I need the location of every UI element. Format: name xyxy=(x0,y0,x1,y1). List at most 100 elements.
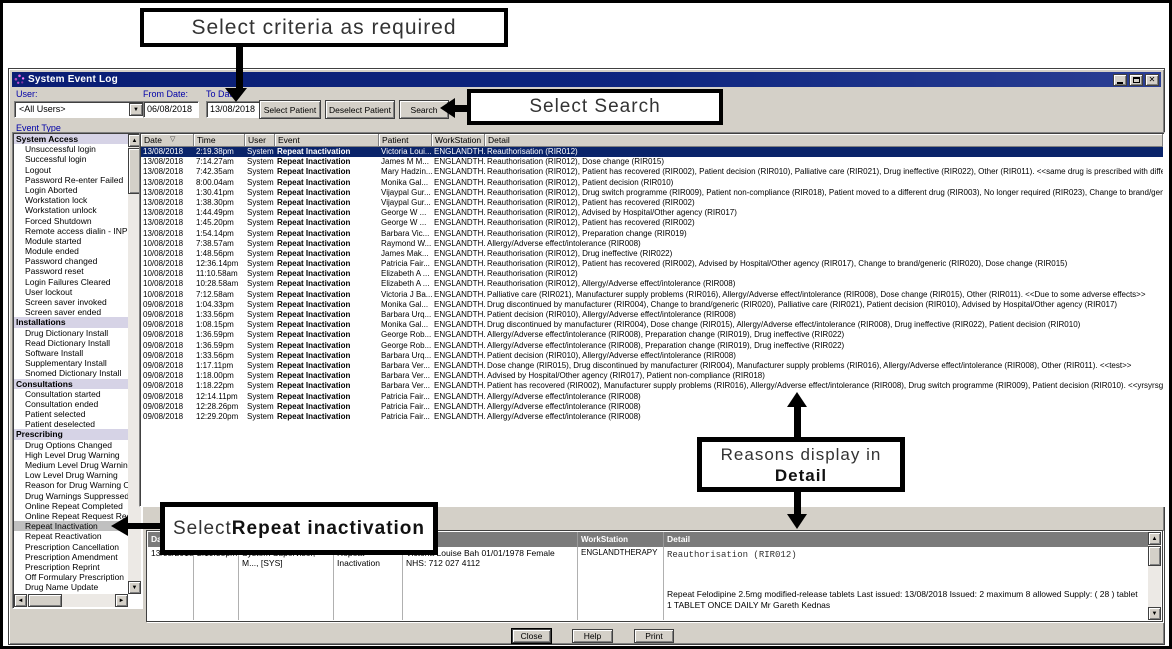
sidebar-item-login-aborted[interactable]: Login Aborted xyxy=(14,185,129,195)
sidebar-item-logout[interactable]: Logout xyxy=(14,165,129,175)
sidebar-item-successful-login[interactable]: Successful login xyxy=(14,154,129,164)
sidebar-item-low-level-drug-warning[interactable]: Low Level Drug Warning xyxy=(14,470,129,480)
sidebar-horizontal-scrollbar[interactable]: ◄ ► xyxy=(14,594,128,607)
table-row[interactable]: 09/08/20181:33.56pmSystem ...Repeat Inac… xyxy=(141,351,1163,361)
cell-detail: Reauthorisation (RIR012), Patient has re… xyxy=(485,259,1163,269)
column-header-detail[interactable]: Detail xyxy=(485,134,1163,147)
table-row[interactable]: 10/08/201812:36.14pmSystem ...Repeat Ina… xyxy=(141,259,1163,269)
scroll-left-icon[interactable]: ◄ xyxy=(14,594,27,607)
sidebar-item-prescription-cancellation[interactable]: Prescription Cancellation xyxy=(14,542,129,552)
sidebar-item-forced-shutdown[interactable]: Forced Shutdown xyxy=(14,216,129,226)
table-row[interactable]: 09/08/20181:36.59pmSystem ...Repeat Inac… xyxy=(141,330,1163,340)
select-patient-button[interactable]: Select Patient xyxy=(259,100,321,119)
sidebar-item-workstation-unlock[interactable]: Workstation unlock xyxy=(14,205,129,215)
sidebar-item-online-repeat-completed[interactable]: Online Repeat Completed xyxy=(14,501,129,511)
table-row[interactable]: 10/08/20187:38.57amSystem ...Repeat Inac… xyxy=(141,239,1163,249)
sidebar-item-software-install[interactable]: Software Install xyxy=(14,348,129,358)
sidebar-item-screen-saver-ended[interactable]: Screen saver ended xyxy=(14,307,129,317)
column-header-time[interactable]: Time xyxy=(194,134,245,147)
sidebar-item-login-failures-cleared[interactable]: Login Failures Cleared xyxy=(14,277,129,287)
sidebar-item-supplementary-install[interactable]: Supplementary Install xyxy=(14,358,129,368)
table-row[interactable]: 13/08/20187:14.27amSystem ...Repeat Inac… xyxy=(141,157,1163,167)
sidebar-item-drug-name-update[interactable]: Drug Name Update xyxy=(14,582,129,592)
cell-patient: Vijaypal Gur... xyxy=(379,188,432,198)
close-button[interactable]: Close xyxy=(512,629,551,643)
table-row[interactable]: 09/08/20181:18.00pmSystem ...Repeat Inac… xyxy=(141,371,1163,381)
print-button[interactable]: Print xyxy=(634,629,674,643)
minimize-button[interactable] xyxy=(1113,74,1127,86)
sidebar-item-screen-saver-invoked[interactable]: Screen saver invoked xyxy=(14,297,129,307)
scrollbar-thumb[interactable] xyxy=(28,594,62,607)
table-row[interactable]: 09/08/201812:28.26pmSystem ...Repeat Ina… xyxy=(141,402,1163,412)
table-row[interactable]: 09/08/201812:29.20pmSystem ...Repeat Ina… xyxy=(141,412,1163,422)
scroll-down-icon[interactable]: ▼ xyxy=(128,581,141,594)
table-row[interactable]: 10/08/20187:12.58amSystem ...Repeat Inac… xyxy=(141,290,1163,300)
table-row[interactable]: 13/08/20182:19.38pmSystem ...Repeat Inac… xyxy=(141,147,1163,157)
sidebar-item-drug-options-changed[interactable]: Drug Options Changed xyxy=(14,440,129,450)
column-header-user[interactable]: User xyxy=(245,134,275,147)
sidebar-item-workstation-lock[interactable]: Workstation lock xyxy=(14,195,129,205)
table-row[interactable]: 13/08/20181:45.20pmSystem ...Repeat Inac… xyxy=(141,218,1163,228)
table-row[interactable]: 13/08/20181:30.41pmSystem ...Repeat Inac… xyxy=(141,188,1163,198)
table-row[interactable]: 10/08/201811:10.58amSystem ...Repeat Ina… xyxy=(141,269,1163,279)
column-header-date[interactable]: Date▽ xyxy=(141,134,194,147)
deselect-patient-button[interactable]: Deselect Patient xyxy=(325,100,395,119)
sidebar-item-off-formulary-prescription[interactable]: Off Formulary Prescription xyxy=(14,572,129,582)
sidebar-item-consultation-ended[interactable]: Consultation ended xyxy=(14,399,129,409)
cell-patient: Elizabeth A ... xyxy=(379,269,432,279)
user-dropdown-value: <All Users> xyxy=(19,104,66,114)
table-row[interactable]: 09/08/20181:08.15pmSystem ...Repeat Inac… xyxy=(141,320,1163,330)
sidebar-item-patient-selected[interactable]: Patient selected xyxy=(14,409,129,419)
table-row[interactable]: 13/08/20181:38.30pmSystem ...Repeat Inac… xyxy=(141,198,1163,208)
sidebar-item-prescription-reprint[interactable]: Prescription Reprint xyxy=(14,562,129,572)
sidebar-item-remote-access-dialin-inps-sup[interactable]: Remote access dialin - INPS Sup xyxy=(14,226,129,236)
sidebar-item-medium-level-drug-warning[interactable]: Medium Level Drug Warning xyxy=(14,460,129,470)
cell-date: 10/08/2018 xyxy=(141,290,194,300)
sidebar-item-password-changed[interactable]: Password changed xyxy=(14,256,129,266)
scroll-right-icon[interactable]: ► xyxy=(115,594,128,607)
scrollbar-thumb[interactable] xyxy=(1148,546,1161,566)
table-row[interactable]: 09/08/201812:14.11pmSystem ...Repeat Ina… xyxy=(141,392,1163,402)
sidebar-item-password-re-enter-failed[interactable]: Password Re-enter Failed xyxy=(14,175,129,185)
restore-button[interactable] xyxy=(1129,74,1143,86)
sidebar-item-drug-dictionary-install[interactable]: Drug Dictionary Install xyxy=(14,328,129,338)
from-date-field[interactable]: 06/08/2018 xyxy=(143,101,199,118)
table-row[interactable]: 09/08/20181:36.59pmSystem ...Repeat Inac… xyxy=(141,341,1163,351)
sidebar-item-patient-deselected[interactable]: Patient deselected xyxy=(14,419,129,429)
sidebar-item-high-level-drug-warning[interactable]: High Level Drug Warning xyxy=(14,450,129,460)
user-dropdown[interactable]: <All Users> ▼ xyxy=(14,101,145,118)
table-row[interactable]: 09/08/20181:17.11pmSystem ...Repeat Inac… xyxy=(141,361,1163,371)
scroll-up-icon[interactable]: ▲ xyxy=(1148,532,1161,545)
table-row[interactable]: 13/08/20181:54.14pmSystem ...Repeat Inac… xyxy=(141,229,1163,239)
dropdown-arrow-button[interactable]: ▼ xyxy=(129,103,143,116)
cell-date: 09/08/2018 xyxy=(141,412,194,422)
table-row[interactable]: 10/08/201810:28.58amSystem ...Repeat Ina… xyxy=(141,279,1163,289)
sidebar-item-module-started[interactable]: Module started xyxy=(14,236,129,246)
sidebar-item-reason-for-drug-warning-overrid[interactable]: Reason for Drug Warning Overrid xyxy=(14,480,129,490)
table-row[interactable]: 13/08/20181:44.49pmSystem ...Repeat Inac… xyxy=(141,208,1163,218)
table-row[interactable]: 13/08/20188:00.04amSystem ...Repeat Inac… xyxy=(141,178,1163,188)
scroll-down-icon[interactable]: ▼ xyxy=(1148,607,1161,620)
sidebar-item-drug-warnings-suppressed[interactable]: Drug Warnings Suppressed xyxy=(14,491,129,501)
sidebar-item-user-lockout[interactable]: User lockout xyxy=(14,287,129,297)
help-button[interactable]: Help xyxy=(572,629,613,643)
table-row[interactable]: 09/08/20181:18.22pmSystem ...Repeat Inac… xyxy=(141,381,1163,391)
sidebar-item-snomed-dictionary-install[interactable]: Snomed Dictionary Install xyxy=(14,368,129,378)
column-header-event[interactable]: Event xyxy=(275,134,379,147)
sidebar-item-consultation-started[interactable]: Consultation started xyxy=(14,389,129,399)
sidebar-item-read-dictionary-install[interactable]: Read Dictionary Install xyxy=(14,338,129,348)
table-row[interactable]: 13/08/20187:42.35amSystem ...Repeat Inac… xyxy=(141,167,1163,177)
sidebar-item-password-reset[interactable]: Password reset xyxy=(14,266,129,276)
table-row[interactable]: 09/08/20181:33.56pmSystem ...Repeat Inac… xyxy=(141,310,1163,320)
sidebar-item-unsuccessful-login[interactable]: Unsuccessful login xyxy=(14,144,129,154)
column-header-workstation[interactable]: WorkStation xyxy=(432,134,485,147)
column-header-patient[interactable]: Patient xyxy=(379,134,432,147)
table-row[interactable]: 10/08/20181:48.56pmSystem ...Repeat Inac… xyxy=(141,249,1163,259)
table-row[interactable]: 09/08/20181:04.33pmSystem ...Repeat Inac… xyxy=(141,300,1163,310)
to-date-field[interactable]: 13/08/2018 xyxy=(206,101,262,118)
panel-vertical-scrollbar[interactable]: ▲ ▼ xyxy=(1148,532,1161,620)
sidebar-item-prescription-amendment[interactable]: Prescription Amendment xyxy=(14,552,129,562)
close-window-button[interactable]: ✕ xyxy=(1145,74,1159,86)
sidebar-item-module-ended[interactable]: Module ended xyxy=(14,246,129,256)
window-titlebar[interactable]: System Event Log ✕ xyxy=(12,72,1161,87)
